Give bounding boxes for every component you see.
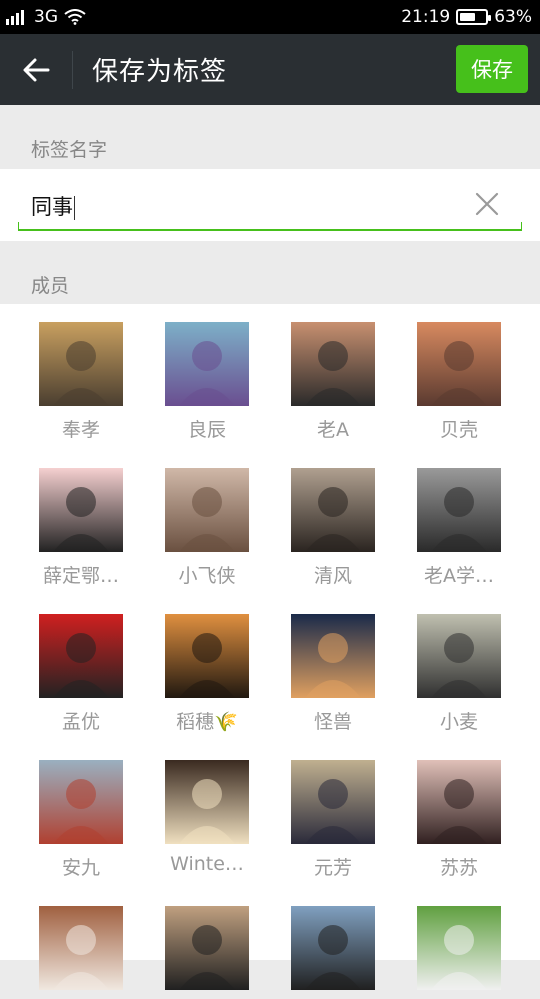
avatar — [291, 760, 375, 844]
member-name: 小飞侠 — [178, 565, 236, 587]
member-item[interactable]: 苏苏 — [396, 760, 522, 880]
tag-name-value: 同事 — [31, 195, 73, 219]
tag-name-input[interactable]: 同事 — [31, 191, 75, 221]
avatar — [165, 906, 249, 990]
member-item[interactable]: 怪兽 — [270, 614, 396, 734]
member-name: 安九 — [61, 857, 100, 879]
member-item[interactable]: Winte… — [144, 760, 270, 875]
clock: 21:19 — [401, 7, 451, 27]
close-icon[interactable] — [474, 191, 500, 217]
member-item[interactable]: 小飞侠 — [144, 468, 270, 588]
member-name: 稻穗🌾 — [176, 711, 238, 733]
member-item[interactable]: 元芳 — [270, 760, 396, 880]
text-caret — [74, 196, 75, 220]
member-item[interactable]: 贝壳 — [396, 322, 522, 442]
tag-name-field[interactable]: 同事 — [0, 169, 540, 241]
member-item[interactable] — [396, 906, 522, 999]
avatar — [417, 468, 501, 552]
member-name: 老A学… — [424, 565, 494, 587]
member-item[interactable] — [144, 906, 270, 999]
member-name: 良辰 — [187, 419, 226, 441]
member-name: 薛定鄂… — [42, 565, 119, 587]
save-button[interactable]: 保存 — [456, 45, 528, 93]
arrow-left-icon — [23, 58, 50, 81]
member-item[interactable]: 薛定鄂… — [18, 468, 144, 588]
avatar — [165, 614, 249, 698]
member-item[interactable]: 稻穗🌾 — [144, 614, 270, 734]
member-name: 老A — [317, 419, 349, 441]
avatar — [165, 760, 249, 844]
members-grid: 奉孝 良辰 老A 贝壳薛定鄂… 小飞侠 清风 老A学… 孟优 稻穗🌾 怪兽 小麦安九 Winte… 元芳… — [0, 304, 540, 990]
member-name: 元芳 — [313, 857, 352, 879]
members-label: 成员 — [31, 275, 70, 297]
app-bar: 保存为标签 保存 — [0, 34, 540, 105]
member-item[interactable]: 孟优 — [18, 614, 144, 734]
avatar — [417, 760, 501, 844]
avatar — [39, 614, 123, 698]
avatar — [417, 906, 501, 990]
member-name: 苏苏 — [439, 857, 478, 879]
avatar — [291, 468, 375, 552]
member-item[interactable]: 奉孝 — [18, 322, 144, 442]
member-item[interactable]: 老A学… — [396, 468, 522, 588]
avatar — [291, 614, 375, 698]
member-item[interactable]: 老A — [270, 322, 396, 442]
member-name: 怪兽 — [313, 711, 352, 733]
member-name: 贝壳 — [439, 419, 478, 441]
wifi-icon — [64, 9, 86, 25]
member-item[interactable] — [270, 906, 396, 999]
avatar — [165, 468, 249, 552]
avatar — [165, 322, 249, 406]
member-item[interactable]: 清风 — [270, 468, 396, 588]
battery-fill — [460, 13, 476, 21]
back-button[interactable] — [0, 34, 72, 105]
page-title: 保存为标签 — [92, 57, 228, 87]
member-name: 奉孝 — [61, 419, 100, 441]
status-bar: 3G 21:19 63% — [0, 0, 540, 34]
battery-icon — [456, 9, 492, 25]
member-item[interactable] — [18, 906, 144, 999]
input-underline — [18, 222, 522, 231]
avatar — [417, 614, 501, 698]
avatar — [291, 322, 375, 406]
title-divider — [72, 50, 73, 89]
avatar — [39, 906, 123, 990]
avatar — [39, 760, 123, 844]
tag-name-label: 标签名字 — [31, 139, 108, 161]
network-type: 3G — [34, 7, 58, 27]
member-item[interactable]: 小麦 — [396, 614, 522, 734]
member-name: 清风 — [313, 565, 352, 587]
avatar — [39, 468, 123, 552]
member-name: Winte… — [170, 853, 244, 875]
member-item[interactable]: 良辰 — [144, 322, 270, 442]
avatar — [417, 322, 501, 406]
avatar — [39, 322, 123, 406]
avatar — [291, 906, 375, 990]
member-name: 孟优 — [61, 711, 100, 733]
member-name: 小麦 — [439, 711, 478, 733]
signal-icon — [6, 10, 24, 25]
battery-percent: 63% — [494, 7, 532, 27]
member-item[interactable]: 安九 — [18, 760, 144, 880]
